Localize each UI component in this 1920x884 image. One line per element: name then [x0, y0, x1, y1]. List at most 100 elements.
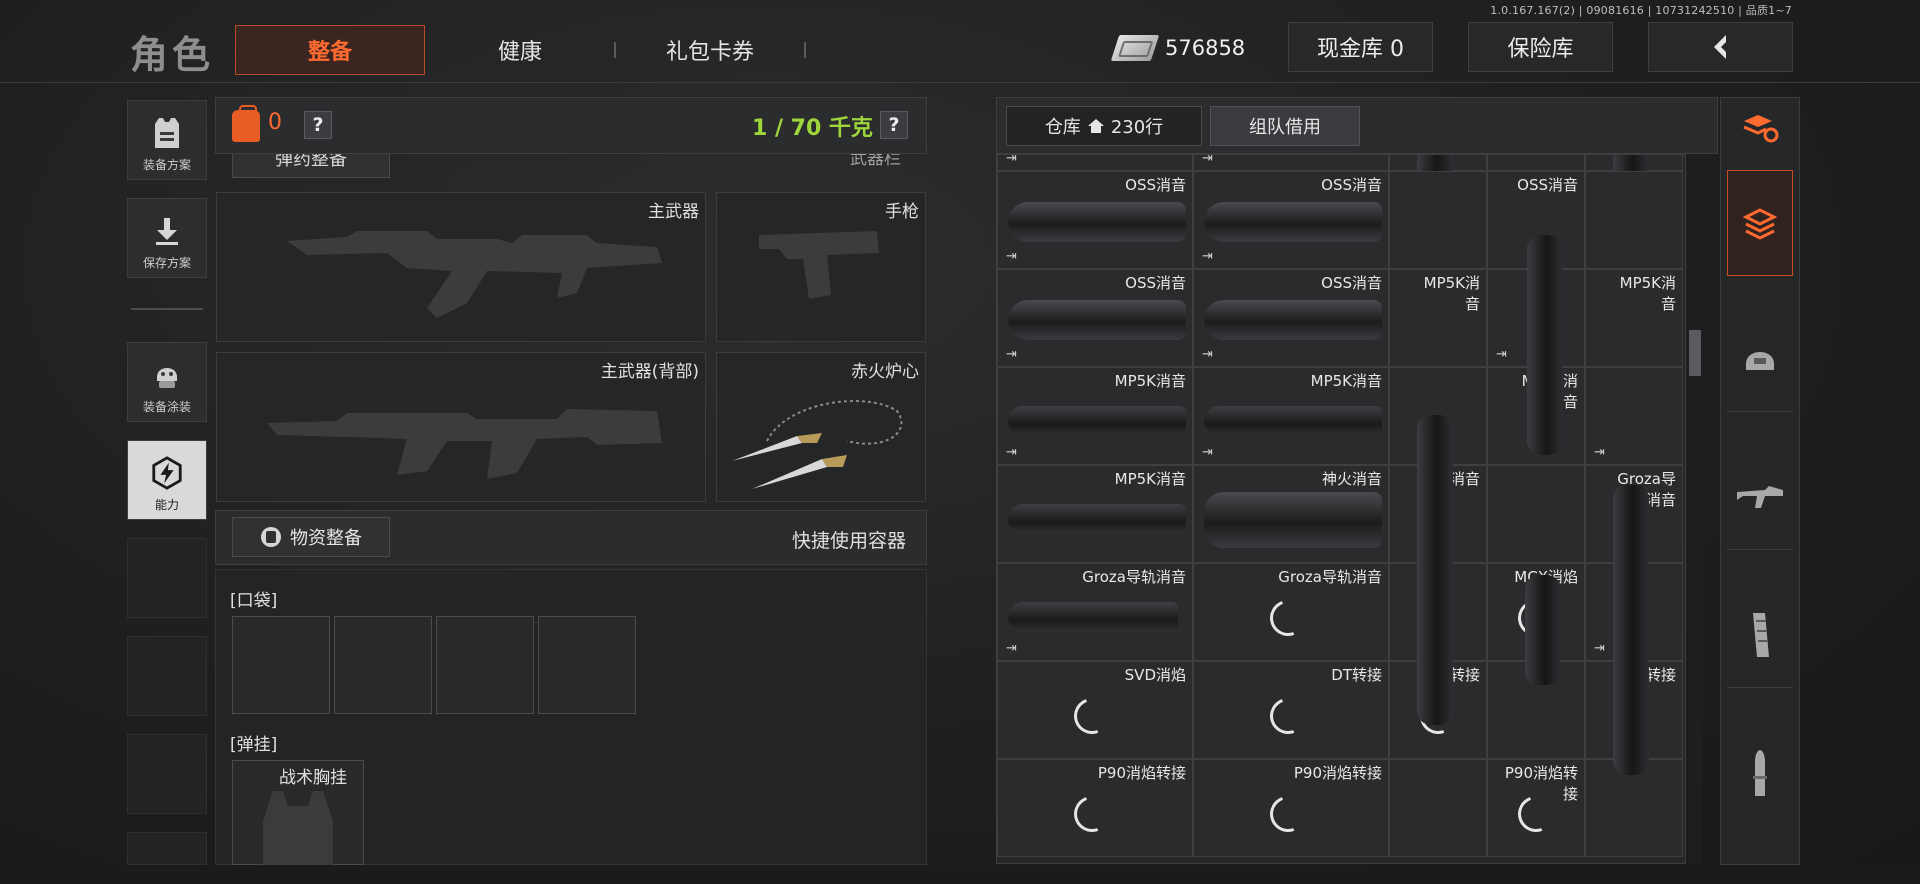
item-name: MP5K消音: [1114, 372, 1186, 390]
safe-box-button[interactable]: 保险库: [1468, 22, 1613, 72]
warehouse-item[interactable]: Groza导轨消音: [1193, 563, 1389, 661]
pocket-slot[interactable]: [232, 616, 330, 714]
warehouse-item[interactable]: 神火消音: [1193, 465, 1389, 563]
download-icon: [150, 214, 184, 248]
primary-weapon-slot[interactable]: 主武器: [216, 192, 706, 342]
bottom-bar: [0, 865, 1920, 884]
warehouse-item[interactable]: OSS消音 ⇥: [997, 171, 1193, 269]
empty-menu-slot: [127, 636, 207, 716]
refresh-stack-button[interactable]: [1727, 98, 1793, 158]
silencer-icon: [1008, 406, 1186, 436]
warehouse-item[interactable]: ⇥: [1585, 367, 1683, 465]
warehouse-item[interactable]: OSS消音 ⇥: [1193, 269, 1389, 367]
pocket-slot[interactable]: [436, 616, 534, 714]
back-button[interactable]: [1648, 22, 1793, 72]
helmet-icon: [150, 358, 184, 392]
tab-gift-coupons[interactable]: 礼包卡券: [630, 25, 790, 75]
loading-spinner-icon: [1068, 790, 1116, 838]
team-borrow-tab[interactable]: 组队借用: [1210, 106, 1360, 146]
empty-menu-slot: [127, 538, 207, 618]
warehouse-item[interactable]: [1585, 171, 1683, 269]
pocket-slot[interactable]: [538, 616, 636, 714]
weapon-category[interactable]: [1727, 444, 1793, 550]
silencer-icon: [1525, 575, 1561, 685]
warehouse-item[interactable]: P90消焰转接: [1193, 759, 1389, 857]
item-name: MP5K消 音: [1423, 274, 1480, 313]
item-name: OSS消音: [1321, 274, 1382, 292]
supply-loadout-button[interactable]: 物资整备: [232, 517, 390, 557]
warehouse-item[interactable]: P90消焰转接: [997, 759, 1193, 857]
menu-divider: [131, 308, 203, 310]
all-items-category[interactable]: [1727, 170, 1793, 276]
item-name: OSS消音: [1321, 176, 1382, 194]
magazine-category[interactable]: [1727, 582, 1793, 688]
move-out-icon: ⇥: [1594, 641, 1605, 656]
warehouse-item[interactable]: OSS消音 ⇥: [997, 269, 1193, 367]
refresh-stack-icon: [1743, 115, 1779, 143]
silencer-icon: [1204, 406, 1382, 436]
rig-label: [弹挂]: [230, 735, 278, 755]
warehouse-item[interactable]: MP5K消 音: [1389, 269, 1487, 367]
warehouse-item[interactable]: DT转接: [1193, 661, 1389, 759]
help-button[interactable]: ?: [304, 111, 332, 139]
warehouse-item[interactable]: [1389, 759, 1487, 857]
item-name: P90消焰转接: [1097, 764, 1186, 782]
slot-label: 主武器(背部): [600, 362, 699, 382]
save-plan-button[interactable]: 保存方案: [127, 198, 207, 278]
silencer-icon: [1527, 235, 1563, 455]
cash-vault-button[interactable]: 现金库 0: [1288, 22, 1433, 72]
rifle-silhouette-icon: [287, 231, 662, 318]
empty-menu-slot: [127, 832, 207, 865]
warehouse-scrollbar[interactable]: [1688, 154, 1702, 864]
header-divider: [0, 82, 1920, 83]
warehouse-item[interactable]: [1389, 171, 1487, 269]
warehouse-item[interactable]: P90消焰转 接: [1487, 759, 1585, 857]
equipment-skin-button[interactable]: 装备涂装: [127, 342, 207, 422]
warehouse-item[interactable]: MP5K消音: [997, 465, 1193, 563]
item-name: Groza导轨消音: [1278, 568, 1382, 586]
pistol-slot[interactable]: 手枪: [716, 192, 926, 342]
move-out-icon: ⇥: [1496, 347, 1507, 362]
pistol-silhouette-icon: [759, 231, 879, 299]
melee-slot[interactable]: 赤火炉心: [716, 352, 926, 502]
warehouse-item[interactable]: MP5K消音 ⇥: [1193, 367, 1389, 465]
warehouse-item[interactable]: [1487, 465, 1585, 563]
warehouse-item[interactable]: OSS消音 ⇥: [1193, 171, 1389, 269]
suppressor-icon: [1204, 492, 1382, 548]
armor-category[interactable]: [1727, 306, 1793, 412]
move-out-icon: ⇥: [1006, 249, 1017, 264]
silencer-icon: [1008, 504, 1186, 534]
lightning-icon: [150, 456, 184, 490]
chest-rig-slot[interactable]: 战术胸挂: [232, 760, 364, 866]
empty-menu-slot: [127, 734, 207, 814]
warehouse-item[interactable]: MP5K消 音: [1585, 269, 1683, 367]
weight-help-button[interactable]: ?: [880, 111, 908, 139]
warehouse-item[interactable]: [1487, 155, 1585, 171]
warehouse-item[interactable]: Groza导轨消音 ⇥: [997, 563, 1193, 661]
warehouse-item[interactable]: SVD消焰: [997, 661, 1193, 759]
item-name: Groza导轨消音: [1082, 568, 1186, 586]
money-amount: 576858: [1165, 36, 1246, 60]
move-out-icon: ⇥: [1202, 445, 1213, 460]
tab-health[interactable]: 健康: [440, 25, 600, 75]
pocket-slot[interactable]: [334, 616, 432, 714]
loading-spinner-icon: [1264, 594, 1312, 642]
warehouse-item[interactable]: ⇥: [1193, 155, 1389, 171]
tab-divider: [804, 42, 806, 58]
move-out-icon: ⇥: [1594, 445, 1605, 460]
weight-display: 1 / 70 千克: [752, 116, 873, 141]
back-weapon-slot[interactable]: 主武器(背部): [216, 352, 706, 502]
vest-icon: [150, 116, 184, 150]
rifle-icon: [1737, 485, 1783, 508]
slot-label: 手枪: [885, 202, 919, 222]
scrollbar-thumb[interactable]: [1689, 330, 1701, 376]
kunai-icon: [732, 400, 903, 489]
ammo-category[interactable]: [1727, 720, 1793, 826]
warehouse-item[interactable]: MP5K消音 ⇥: [997, 367, 1193, 465]
ability-button[interactable]: 能力: [127, 440, 207, 520]
tab-loadout[interactable]: 整备: [235, 25, 425, 75]
warehouse-tab[interactable]: 仓库 230行: [1006, 106, 1202, 146]
item-name: MP5K消 音: [1619, 274, 1676, 313]
loadout-plan-button[interactable]: 装备方案: [127, 100, 207, 180]
warehouse-item[interactable]: ⇥: [997, 155, 1193, 171]
